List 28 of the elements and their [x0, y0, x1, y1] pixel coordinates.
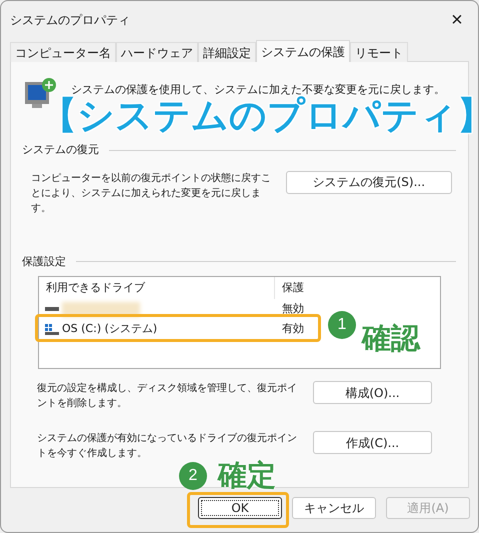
column-header[interactable]: 保護 — [275, 280, 304, 296]
action-button[interactable]: 構成(O)... — [313, 381, 432, 404]
action-description: 復元の設定を構成し、ディスク領域を管理して、復元ポイントを削除します。 — [37, 382, 298, 411]
intro-text: システムの保護を使用して、システムに加えた不要な変更を元に戻します。 — [71, 82, 445, 96]
restore-description: コンピューターを以前の復元ポイントの状態に戻すことにより、システムに加えられた変更を元に戻します。 — [31, 172, 272, 216]
protection-status: 有効 — [281, 320, 304, 337]
step-label: 確認 — [362, 322, 420, 354]
tab[interactable]: ハードウェア — [116, 42, 198, 62]
dialog-button[interactable]: キャンセル — [292, 497, 376, 519]
tab[interactable]: コンピューター名 — [10, 42, 116, 62]
overlay-title: 【システムのプロパティ】 — [40, 94, 479, 138]
drive-icon — [45, 307, 59, 311]
window-title: システムのプロパティ — [10, 12, 130, 29]
section-heading: 保護設定 — [22, 254, 66, 270]
step-label: 確定 — [218, 459, 276, 491]
section-heading: システムの復元 — [22, 142, 99, 158]
drive-name: OS (C:) (システム) — [62, 320, 158, 337]
close-button[interactable]: × — [447, 10, 467, 30]
action-button[interactable]: 作成(C)... — [313, 431, 432, 454]
dialog-button[interactable]: OK — [198, 497, 282, 519]
protection-status: 無効 — [281, 300, 304, 317]
column-header[interactable]: 利用できるドライブ — [39, 277, 275, 299]
action-description: システムの保護が有効になっているドライブの復元ポイントを今すぐ作成します。 — [37, 432, 298, 460]
tab[interactable]: システムの保護 — [256, 40, 350, 62]
tab[interactable]: リモート — [350, 42, 408, 62]
system-restore-button[interactable]: システムの復元(S)... — [286, 170, 452, 194]
drive-icon — [45, 324, 59, 334]
tab[interactable]: 詳細設定 — [198, 42, 256, 62]
